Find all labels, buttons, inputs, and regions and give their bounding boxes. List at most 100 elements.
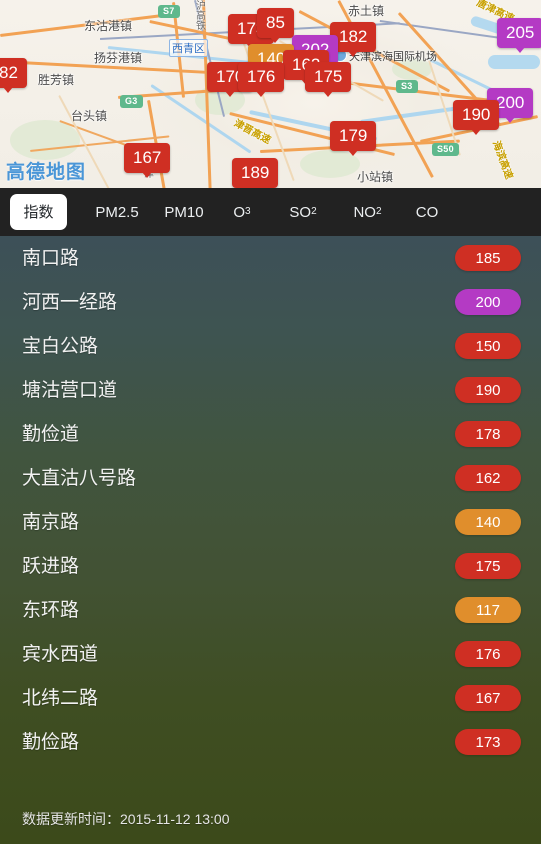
marker-tail-icon xyxy=(3,87,14,93)
map-aqi-marker[interactable]: 82 xyxy=(0,58,27,93)
tab-pm25[interactable]: PM2.5 xyxy=(91,194,143,230)
station-name: 北纬二路 xyxy=(22,687,99,709)
station-name: 勤俭路 xyxy=(22,731,80,753)
table-row[interactable]: 南口路 185 xyxy=(0,236,541,280)
marker-tail-icon xyxy=(348,51,359,57)
status-badge: 150 xyxy=(455,333,521,359)
marker-value: 167 xyxy=(133,148,162,167)
station-list-panel[interactable]: 南口路 185 河西一经路 200 宝白公路 150 塘沽营口道 190 勤俭道… xyxy=(0,236,541,844)
status-badge: 176 xyxy=(455,641,521,667)
map-place-label: 赤土镇 xyxy=(348,4,385,18)
table-row[interactable]: 宝白公路 150 xyxy=(0,324,541,368)
tab-no2[interactable]: NO 2 xyxy=(350,194,385,230)
table-row[interactable]: 大直沽八号路 162 xyxy=(0,456,541,500)
tab-label: NO xyxy=(353,203,376,221)
map-aqi-marker[interactable]: 167 xyxy=(124,143,171,178)
marker-value: 189 xyxy=(241,163,270,182)
table-row[interactable]: 宾水西道 176 xyxy=(0,632,541,676)
tab-o3[interactable]: O3 xyxy=(229,194,255,230)
marker-value: 176 xyxy=(247,67,276,86)
marker-value: 205 xyxy=(506,23,535,42)
marker-tail-icon xyxy=(225,91,236,97)
map-view[interactable]: 东沽港镇 扬芬港镇 胜芳镇 台头镇 赤土镇 小站镇 西青区 天津滨海国际机场 S… xyxy=(0,0,541,188)
tab-label: 指数 xyxy=(23,203,54,221)
map-aqi-marker[interactable]: 189 xyxy=(232,158,279,188)
station-name: 塘沽营口道 xyxy=(22,379,118,401)
station-name: 宾水西道 xyxy=(22,643,99,665)
tab-co[interactable]: CO xyxy=(413,194,441,230)
marker-tail-icon xyxy=(515,47,526,53)
pollutant-tabbar: 指数 PM2.5 PM10 O3 SO 2 NO 2 CO xyxy=(0,188,541,236)
highway-shield: G3 xyxy=(120,95,143,108)
amap-watermark: 高德地图 xyxy=(6,162,87,183)
marker-tail-icon xyxy=(471,129,482,135)
marker-value: 179 xyxy=(339,126,368,145)
table-row[interactable]: 北纬二路 167 xyxy=(0,676,541,720)
marker-tail-icon xyxy=(256,91,267,97)
map-aqi-marker[interactable]: 176 xyxy=(238,62,285,97)
marker-tail-icon xyxy=(142,172,153,178)
station-name: 跃进路 xyxy=(22,555,80,577)
map-water xyxy=(488,55,540,69)
status-badge: 185 xyxy=(455,245,521,271)
table-row[interactable]: 勤俭路 173 xyxy=(0,720,541,764)
map-aqi-marker[interactable]: 205 xyxy=(497,18,541,53)
highway-shield: S3 xyxy=(396,80,418,93)
map-district-label: 西青区 xyxy=(169,39,208,57)
highway-shield: S7 xyxy=(158,5,180,18)
status-badge: 200 xyxy=(455,289,521,315)
table-row[interactable]: 塘沽营口道 190 xyxy=(0,368,541,412)
map-place-label: 胜芳镇 xyxy=(38,73,75,87)
tab-label: SO xyxy=(289,203,312,221)
data-update-time: 数据更新时间：2015-11-12 13:00 xyxy=(22,811,230,827)
station-name: 河西一经路 xyxy=(22,291,118,313)
marker-value: 85 xyxy=(266,13,285,32)
marker-value: 82 xyxy=(0,63,18,82)
status-badge: 178 xyxy=(455,421,521,447)
tab-so2[interactable]: SO 2 xyxy=(286,194,320,230)
marker-value: 200 xyxy=(496,93,525,112)
map-place-label: 扬芬港镇 xyxy=(94,51,143,65)
marker-value: 190 xyxy=(462,105,491,124)
station-name: 南口路 xyxy=(22,247,80,269)
table-row[interactable]: 勤俭道 178 xyxy=(0,412,541,456)
map-aqi-marker[interactable]: 179 xyxy=(330,121,377,156)
map-greenspace xyxy=(10,120,80,160)
marker-tail-icon xyxy=(505,117,516,123)
map-place-label: 东沽港镇 xyxy=(84,19,133,33)
marker-value: 175 xyxy=(314,67,343,86)
highway-shield: S50 xyxy=(432,143,459,156)
marker-tail-icon xyxy=(323,91,334,97)
table-row[interactable]: 东环路 117 xyxy=(0,588,541,632)
tab-label: PM10 xyxy=(164,203,204,221)
tab-label: O xyxy=(233,203,246,221)
tab-pm10[interactable]: PM10 xyxy=(160,194,208,230)
station-name: 宝白公路 xyxy=(22,335,99,357)
status-badge: 190 xyxy=(455,377,521,403)
station-name: 东环路 xyxy=(22,599,80,621)
tab-index[interactable]: 指数 xyxy=(10,194,67,230)
table-row[interactable]: 跃进路 175 xyxy=(0,544,541,588)
status-badge: 175 xyxy=(455,553,521,579)
table-row[interactable]: 南京路 140 xyxy=(0,500,541,544)
station-name: 南京路 xyxy=(22,511,80,533)
station-name: 大直沽八号路 xyxy=(22,467,137,489)
air-quality-app: 东沽港镇 扬芬港镇 胜芳镇 台头镇 赤土镇 小站镇 西青区 天津滨海国际机场 S… xyxy=(0,0,541,844)
status-badge: 173 xyxy=(455,729,521,755)
table-row[interactable]: 河西一经路 200 xyxy=(0,280,541,324)
status-badge: 117 xyxy=(455,597,521,623)
map-place-label: 台头镇 xyxy=(71,109,108,123)
map-aqi-marker[interactable]: 85 xyxy=(257,8,294,43)
map-place-label: 小站镇 xyxy=(357,170,394,184)
status-badge: 140 xyxy=(455,509,521,535)
status-badge: 167 xyxy=(455,685,521,711)
tab-label: PM2.5 xyxy=(95,203,139,221)
tab-label: CO xyxy=(415,203,439,221)
railway-name-label: 沪 高 铁 xyxy=(196,1,206,32)
status-badge: 162 xyxy=(455,465,521,491)
station-name: 勤俭道 xyxy=(22,423,80,445)
marker-tail-icon xyxy=(348,150,359,156)
map-aqi-marker[interactable]: 190 xyxy=(453,100,500,135)
map-aqi-marker[interactable]: 175 xyxy=(305,62,352,97)
marker-tail-icon xyxy=(270,37,281,43)
